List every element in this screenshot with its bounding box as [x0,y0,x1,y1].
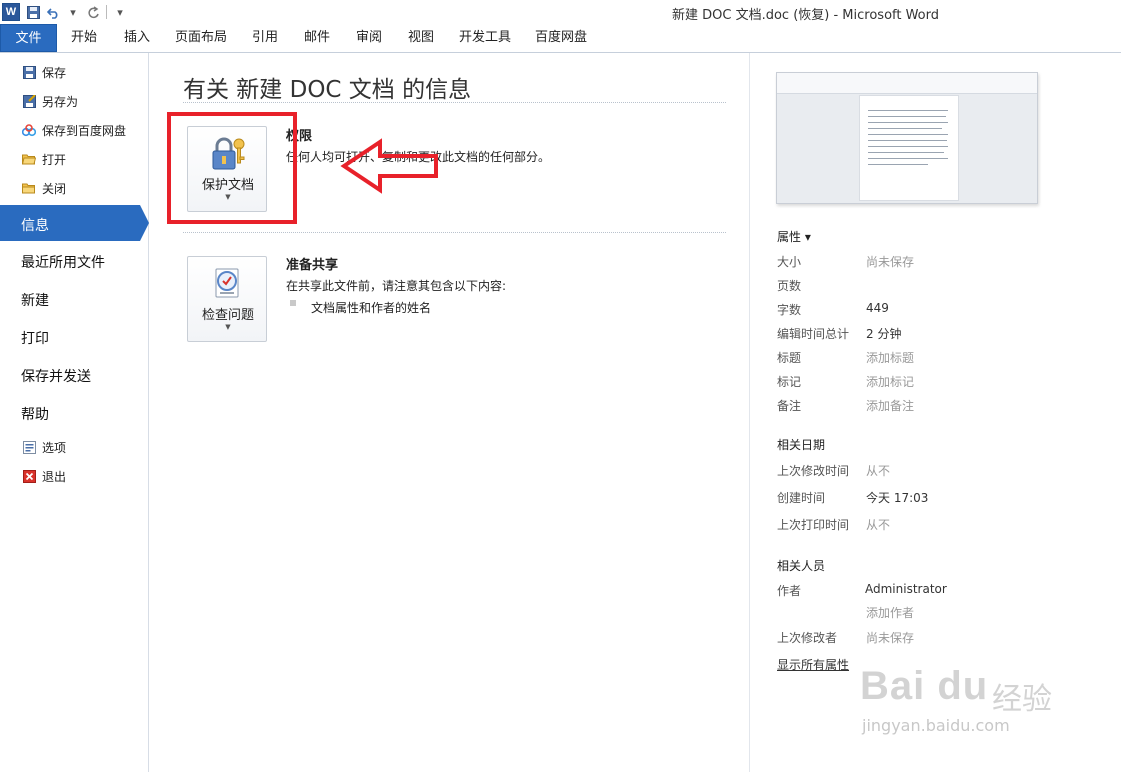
document-thumbnail[interactable] [776,72,1038,204]
prop-key-last-modified: 上次修改时间 [777,464,850,478]
sidebar-item-recent[interactable]: 最近所用文件 [21,252,105,272]
open-folder-icon [22,152,36,166]
bullet-icon [290,300,296,306]
baidu-cloud-icon [22,123,36,137]
tab-view[interactable]: 视图 [397,24,445,52]
prop-value-author[interactable]: Administrator [865,582,947,596]
sidebar-item-save[interactable]: 保存 [0,59,148,85]
chevron-down-icon: ▼ [225,323,231,331]
prop-value-size: 尚未保存 [866,255,915,269]
save-icon [22,65,36,79]
word-logo-icon[interactable]: W [2,3,20,21]
ribbon-tabs: 文件 开始 插入 页面布局 引用 邮件 审阅 视图 开发工具 百度网盘 [0,24,1121,53]
sidebar-item-label: 另存为 [42,94,79,109]
tab-references[interactable]: 引用 [241,24,289,52]
properties-header[interactable]: 属性 ▾ [777,228,811,245]
tab-file[interactable]: 文件 [0,24,57,52]
sidebar-item-label: 打开 [42,152,67,167]
check-for-issues-label: 检查问题 [201,308,254,323]
prop-value-last-modified-by: 尚未保存 [866,631,915,645]
window-title: 新建 DOC 文档.doc (恢复) - Microsoft Word [672,8,940,23]
prop-value-words: 449 [866,301,889,315]
check-for-issues-button[interactable]: 检查问题 ▼ [187,256,267,342]
watermark-cn: 经验 [992,682,1052,717]
tab-page-layout[interactable]: 页面布局 [168,24,234,52]
tab-baidu-netdisk[interactable]: 百度网盘 [528,24,594,52]
title-bar: W ▾ ▾ 新建 DOC 文档.doc (恢复) - Microsoft Wor… [0,0,1121,24]
prop-key-title: 标题 [777,351,802,365]
show-all-properties-link[interactable]: 显示所有属性 [777,656,849,673]
sidebar-item-open[interactable]: 打开 [0,146,148,172]
sidebar-item-new[interactable]: 新建 [21,290,49,310]
sidebar-item-label: 选项 [42,440,67,455]
watermark-url: jingyan.baidu.com [862,716,1010,735]
prepare-share-title: 准备共享 [286,258,339,273]
annotation-highlight-box [167,112,297,224]
customize-qat-icon[interactable]: ▾ [113,5,127,19]
prop-key-author: 作者 [777,584,802,598]
sidebar-item-label: 保存 [42,65,67,80]
prop-value-last-printed: 从不 [866,518,891,532]
prop-value-tags[interactable]: 添加标记 [866,373,914,390]
annotation-arrow-icon [340,138,438,194]
related-dates-header: 相关日期 [777,438,826,452]
active-indicator [140,205,149,241]
sidebar-item-save-send[interactable]: 保存并发送 [21,366,91,386]
tab-mailings[interactable]: 邮件 [293,24,341,52]
pane-divider [749,53,750,772]
backstage-sidebar: 保存 另存为 保存到百度网盘 打开 关闭 信息 最近所用文件 新建 打印 保存并… [0,53,149,772]
prop-value-edit-time: 2 分钟 [866,327,902,341]
sidebar-item-help[interactable]: 帮助 [21,404,49,424]
thumbnail-page [859,95,959,201]
prop-key-tags: 标记 [777,375,802,389]
prop-key-edit-time: 编辑时间总计 [777,327,850,341]
prop-key-last-printed: 上次打印时间 [777,518,850,532]
section-divider [183,232,726,233]
sidebar-item-info-label: 信息 [21,218,49,234]
sidebar-item-label: 关闭 [42,181,67,196]
options-icon [22,440,36,454]
prop-key-size: 大小 [777,255,802,269]
sidebar-item-label: 退出 [42,469,67,484]
prepare-share-description: 在共享此文件前，请注意其包含以下内容: [286,279,507,293]
thumbnail-ribbon [777,73,1037,94]
add-author-link[interactable]: 添加作者 [866,604,914,621]
prop-value-last-modified: 从不 [866,464,891,478]
sidebar-item-label: 保存到百度网盘 [42,123,127,138]
undo-dropdown-icon[interactable]: ▾ [66,5,80,19]
save-icon[interactable] [26,5,40,19]
exit-icon [22,469,36,483]
undo-icon[interactable] [46,5,60,19]
sidebar-item-save-as[interactable]: 另存为 [0,88,148,114]
prop-value-comments[interactable]: 添加备注 [866,397,914,414]
tab-insert[interactable]: 插入 [113,24,161,52]
sidebar-item-save-to-baidu[interactable]: 保存到百度网盘 [0,117,148,143]
related-people-header: 相关人员 [777,559,826,573]
prop-key-words: 字数 [777,303,802,317]
prop-key-comments: 备注 [777,399,802,413]
sidebar-item-options[interactable]: 选项 [0,434,148,460]
prop-value-created: 今天 17:03 [866,491,929,505]
prop-value-title[interactable]: 添加标题 [866,349,914,366]
baidu-watermark: Bai du 经验 jingyan.baidu.com [860,652,1070,752]
sidebar-item-close[interactable]: 关闭 [0,175,148,201]
sidebar-item-exit[interactable]: 退出 [0,463,148,489]
tab-home[interactable]: 开始 [60,24,108,52]
check-document-icon [210,267,246,301]
close-folder-icon [22,181,36,195]
watermark-brand: Bai du [860,664,989,708]
tab-developer[interactable]: 开发工具 [452,24,518,52]
sidebar-item-print[interactable]: 打印 [21,328,49,348]
save-as-icon [22,94,36,108]
page-title: 有关 新建 DOC 文档 的信息 [183,77,472,103]
qat-separator [106,5,107,19]
tab-review[interactable]: 审阅 [345,24,393,52]
prop-key-pages: 页数 [777,279,802,293]
quick-access-toolbar: W ▾ ▾ [2,3,127,21]
prop-key-last-modified-by: 上次修改者 [777,631,838,645]
prop-key-created: 创建时间 [777,491,826,505]
redo-icon[interactable] [86,5,100,19]
title-divider [183,102,726,103]
list-item: 文档属性和作者的姓名 [311,301,432,315]
